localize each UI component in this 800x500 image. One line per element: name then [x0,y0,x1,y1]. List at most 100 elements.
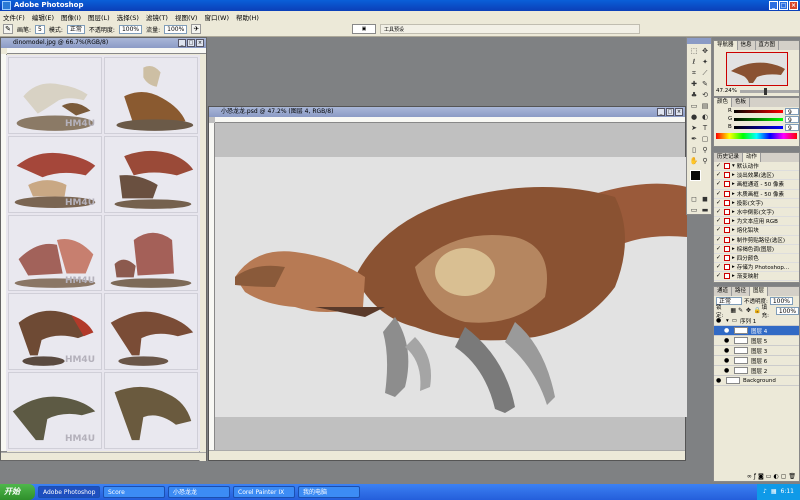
lock-pixels-icon[interactable]: ✎ [738,308,744,314]
layer-row[interactable]: ● Background [714,376,799,386]
path-select-icon[interactable]: ➤ [689,123,699,133]
lock-position-icon[interactable]: ✥ [746,308,752,314]
action-checkmark-icon[interactable]: ✓ [716,163,722,169]
vertical-scrollbar[interactable] [199,58,206,461]
main-doc-minimize-button[interactable]: _ [657,108,665,116]
fill-input[interactable]: 100% [775,307,800,315]
flow-input[interactable]: 100% [164,24,188,34]
action-row[interactable]: ✓ ▸ 画框通道 - 50 像素 [714,180,799,190]
tab-channels[interactable]: 通道 [714,287,733,296]
main-doc-titlebar[interactable]: 小恐龙龙.psd @ 47.2% (图层 4, RGB/8) _ □ × [209,107,685,117]
layer-visibility-eye-icon[interactable]: ● [724,347,731,354]
layer-row[interactable]: ● 图层 5 [714,336,799,346]
tool-preset-bin[interactable]: 工具预设 [380,24,640,34]
magic-wand-tool-icon[interactable]: ✦ [700,57,710,67]
action-row[interactable]: ✓ ▸ 棕褐色调(图层) [714,245,799,254]
doc-maximize-button[interactable]: □ [187,39,195,47]
action-dialog-toggle-icon[interactable] [724,163,730,170]
red-slider[interactable] [733,109,783,113]
zoom-slider[interactable] [739,87,799,95]
task-folder[interactable]: 小恐龙龙 [168,486,230,498]
doc-minimize-button[interactable]: _ [178,39,186,47]
slice-tool-icon[interactable]: ⟋ [700,68,710,78]
layer-mask-icon[interactable]: ◙ [758,473,764,480]
action-checkmark-icon[interactable]: ✓ [716,254,722,261]
main-document-window[interactable]: 小恐龙龙.psd @ 47.2% (图层 4, RGB/8) _ □ × [208,106,687,461]
tab-swatches[interactable]: 色板 [732,98,751,107]
new-layer-icon[interactable]: ▢ [781,473,787,480]
main-doc-close-button[interactable]: × [675,108,683,116]
action-dialog-toggle-icon[interactable] [724,218,730,225]
menu-filter[interactable]: 滤镜(T) [146,12,168,22]
fullscreen-mode-icon[interactable]: ▬ [700,205,710,215]
menu-image[interactable]: 图像(I) [61,12,81,22]
layer-visibility-eye-icon[interactable]: ● [724,337,731,344]
green-value[interactable]: 9 [785,115,799,124]
action-expand-icon[interactable]: ▸ [732,191,735,197]
opacity-input[interactable]: 100% [118,24,143,34]
navigator-zoom[interactable]: 47.24% [716,88,737,94]
layer-row[interactable]: ● 图层 4 [714,326,799,336]
navigator-preview[interactable] [725,52,788,86]
crop-tool-icon[interactable]: ⌗ [689,68,699,78]
stamp-tool-icon[interactable]: ♣ [689,90,699,100]
action-checkmark-icon[interactable]: ✓ [716,209,722,215]
maximize-button[interactable]: □ [779,1,788,10]
brush-size-picker[interactable]: 5 [35,24,45,34]
type-tool-icon[interactable]: T [700,123,710,133]
action-row[interactable]: ✓ ▸ 熔化铅块 [714,226,799,236]
doc-close-button[interactable]: × [196,39,204,47]
action-dialog-toggle-icon[interactable] [724,199,730,206]
task-my-computer[interactable]: 我的电脑 [298,486,360,498]
action-row[interactable]: ✓ ▸ 投影(文字) [714,199,799,208]
action-expand-icon[interactable]: ▸ [732,218,735,224]
action-row[interactable]: ✓ ▸ 四分颜色 [714,254,799,264]
dodge-tool-icon[interactable]: ◐ [700,112,710,122]
tab-histogram[interactable]: 直方图 [756,41,780,50]
layer-visibility-eye-icon[interactable]: ● [724,357,731,364]
menu-select[interactable]: 选择(S) [117,12,139,22]
tab-info[interactable]: 信息 [738,41,756,50]
action-checkmark-icon[interactable]: ✓ [716,227,722,233]
action-expand-icon[interactable]: ▸ [732,181,735,187]
action-checkmark-icon[interactable]: ✓ [716,190,722,197]
action-expand-icon[interactable]: ▸ [732,255,735,261]
workspace-button[interactable]: ▣ [352,24,376,34]
action-row[interactable]: ✓ ▾ 默认动作 [714,162,799,172]
action-checkmark-icon[interactable]: ✓ [716,236,722,243]
history-brush-icon[interactable]: ⟲ [700,90,710,100]
layer-row[interactable]: ● 图层 2 [714,366,799,376]
healing-tool-icon[interactable]: ✚ [689,79,699,89]
pen-tool-icon[interactable]: ✒ [689,134,699,144]
action-checkmark-icon[interactable]: ✓ [716,264,722,270]
action-dialog-toggle-icon[interactable] [724,209,730,216]
task-photoshop[interactable]: Adobe Photoshop [38,486,100,498]
action-expand-icon[interactable]: ▸ [732,227,735,233]
menu-edit[interactable]: 编辑(E) [32,12,54,22]
blur-tool-icon[interactable]: ● [689,112,699,122]
menu-view[interactable]: 视图(V) [175,12,198,22]
task-painter[interactable]: Corel Painter IX [233,486,295,498]
lock-transparency-icon[interactable]: ▦ [730,308,736,314]
green-slider[interactable] [734,117,783,121]
action-dialog-toggle-icon[interactable] [724,190,730,197]
tab-layers[interactable]: 图层 [750,287,769,296]
layer-visibility-eye-icon[interactable]: ● [724,327,731,334]
layer-row[interactable]: ● 图层 3 [714,346,799,356]
action-checkmark-icon[interactable]: ✓ [716,273,722,279]
action-checkmark-icon[interactable]: ✓ [716,218,722,224]
clock[interactable]: 6:11 [781,484,794,500]
tab-paths[interactable]: 路径 [732,287,751,296]
eraser-tool-icon[interactable]: ▭ [689,101,699,111]
layer-style-icon[interactable]: ƒ [754,473,756,480]
main-doc-maximize-button[interactable]: □ [666,108,674,116]
link-layers-icon[interactable]: ∞ [747,473,752,480]
notes-tool-icon[interactable]: ▯ [689,145,699,155]
group-expand-icon[interactable]: ▾ [726,318,729,324]
action-expand-icon[interactable]: ▸ [732,246,735,252]
action-expand-icon[interactable]: ▸ [732,237,735,243]
screen-mode-icon[interactable]: ▭ [689,205,699,215]
eyedropper-tool-icon[interactable]: ⚲ [700,145,710,155]
tab-color[interactable]: 颜色 [714,98,733,107]
action-dialog-toggle-icon[interactable] [724,264,730,271]
